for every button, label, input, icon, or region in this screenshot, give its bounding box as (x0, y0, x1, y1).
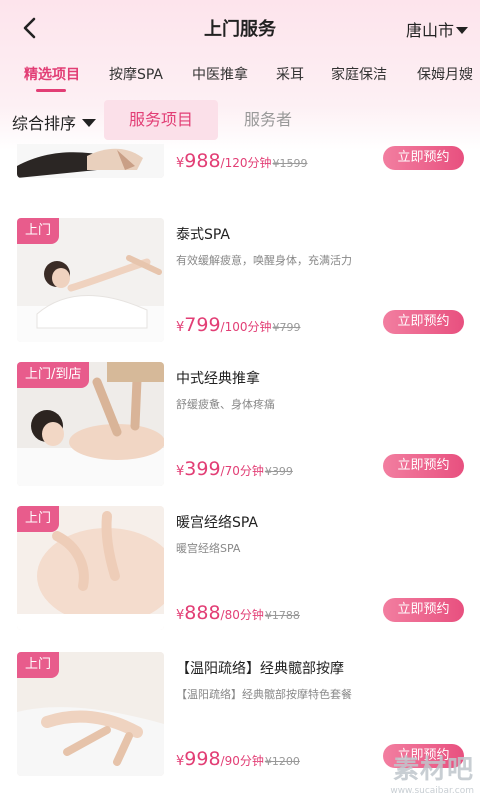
original-price: ¥799 (272, 321, 301, 334)
tab-category-tcm-massage[interactable]: 中医推拿 (192, 64, 248, 84)
currency-symbol: ¥ (176, 754, 185, 769)
price: ¥998/90分钟 ¥1200 (176, 748, 300, 770)
price-value: 399 (184, 458, 221, 480)
service-name: 暖宫经络SPA (176, 515, 259, 531)
tab-providers[interactable]: 服务者 (228, 100, 308, 140)
tab-category-nanny[interactable]: 保姆月嫂 (417, 64, 473, 84)
price: ¥988/120分钟 ¥1599 (176, 150, 308, 172)
service-type-badge: 上门/到店 (17, 362, 90, 388)
service-description: 暖宫经络SPA (176, 542, 241, 555)
tab-category-ear-cleaning[interactable]: 采耳 (276, 64, 304, 84)
watermark-brand: 素材吧 (392, 755, 474, 785)
service-card[interactable]: 上门 泰式SPA 有效缓解疲意，唤醒身体，充满活力 ¥799/100分钟 ¥799… (0, 218, 480, 362)
category-tabs: 精选项目 按摩SPA 中医推拿 采耳 家庭保洁 保姆月嫂 (0, 56, 480, 98)
service-type-badge: 上门 (17, 506, 60, 532)
price-value: 988 (184, 150, 221, 172)
header: 上门服务 唐山市 (0, 0, 480, 56)
currency-symbol: ¥ (176, 156, 185, 171)
watermark-url: www.sucaibar.com (390, 786, 474, 796)
book-now-button[interactable]: 立即预约 (383, 146, 464, 170)
original-price: ¥1200 (264, 755, 300, 768)
service-type-badge: 上门 (17, 652, 60, 678)
price-unit: /100分钟 (220, 320, 272, 334)
book-now-button[interactable]: 立即预约 (383, 454, 464, 478)
service-card[interactable]: ¥988/120分钟 ¥1599 立即预约 (0, 144, 480, 198)
price-value: 998 (184, 748, 221, 770)
currency-symbol: ¥ (176, 464, 185, 479)
city-selector[interactable]: 唐山市 (406, 17, 468, 41)
price-unit: /120分钟 (220, 156, 272, 170)
tab-category-featured[interactable]: 精选项目 (24, 64, 80, 84)
watermark: 素材吧 www.sucaibar.com (390, 749, 474, 796)
service-name: 【温阳疏络】经典髋部按摩 (176, 661, 344, 677)
service-image: 上门/到店 (17, 362, 164, 486)
service-image: 上门 (17, 506, 164, 630)
service-description: 舒缓疲惫、身体疼痛 (176, 398, 275, 411)
service-image: 上门 (17, 652, 164, 776)
city-label: 唐山市 (405, 21, 454, 40)
price: ¥799/100分钟 ¥799 (176, 314, 301, 336)
active-tab-indicator (36, 89, 66, 92)
original-price: ¥399 (264, 465, 293, 478)
currency-symbol: ¥ (176, 320, 185, 335)
service-card[interactable]: 上门 暖宫经络SPA 暖宫经络SPA ¥888/80分钟 ¥1788 立即预约 (0, 506, 480, 650)
service-list: ¥988/120分钟 ¥1599 立即预约 上门 泰式SPA 有效缓解疲意，唤醒身… (0, 144, 480, 800)
service-type-badge: 上门 (17, 218, 60, 244)
service-image: 上门 (17, 218, 164, 342)
service-name: 中式经典推拿 (176, 371, 260, 387)
service-description: 【温阳疏络】经典髋部按摩特色套餐 (176, 688, 352, 701)
filter-bar: 综合排序 服务项目 服务者 (0, 98, 480, 144)
caret-down-icon (456, 26, 468, 34)
price-unit: /70分钟 (220, 464, 264, 478)
price-unit: /90分钟 (220, 754, 264, 768)
tab-category-house-cleaning[interactable]: 家庭保洁 (331, 64, 387, 84)
tab-category-massage-spa[interactable]: 按摩SPA (109, 64, 163, 84)
book-now-button[interactable]: 立即预约 (383, 310, 464, 334)
price-value: 888 (184, 602, 221, 624)
service-card[interactable]: 上门/到店 中式经典推拿 舒缓疲惫、身体疼痛 ¥399/70分钟 ¥399 立即预… (0, 362, 480, 506)
caret-down-icon (82, 119, 97, 127)
original-price: ¥1599 (272, 157, 308, 170)
price: ¥399/70分钟 ¥399 (176, 458, 293, 480)
service-image (17, 144, 164, 178)
price: ¥888/80分钟 ¥1788 (176, 602, 300, 624)
tab-services[interactable]: 服务项目 (104, 100, 218, 140)
price-value: 799 (184, 314, 221, 336)
original-price: ¥1788 (264, 609, 300, 622)
sort-label: 综合排序 (12, 114, 77, 133)
currency-symbol: ¥ (176, 608, 185, 623)
book-now-button[interactable]: 立即预约 (383, 598, 464, 622)
service-description: 有效缓解疲意，唤醒身体，充满活力 (176, 254, 352, 267)
service-name: 泰式SPA (176, 227, 231, 243)
price-unit: /80分钟 (220, 608, 264, 622)
sort-dropdown[interactable]: 综合排序 (12, 110, 97, 134)
